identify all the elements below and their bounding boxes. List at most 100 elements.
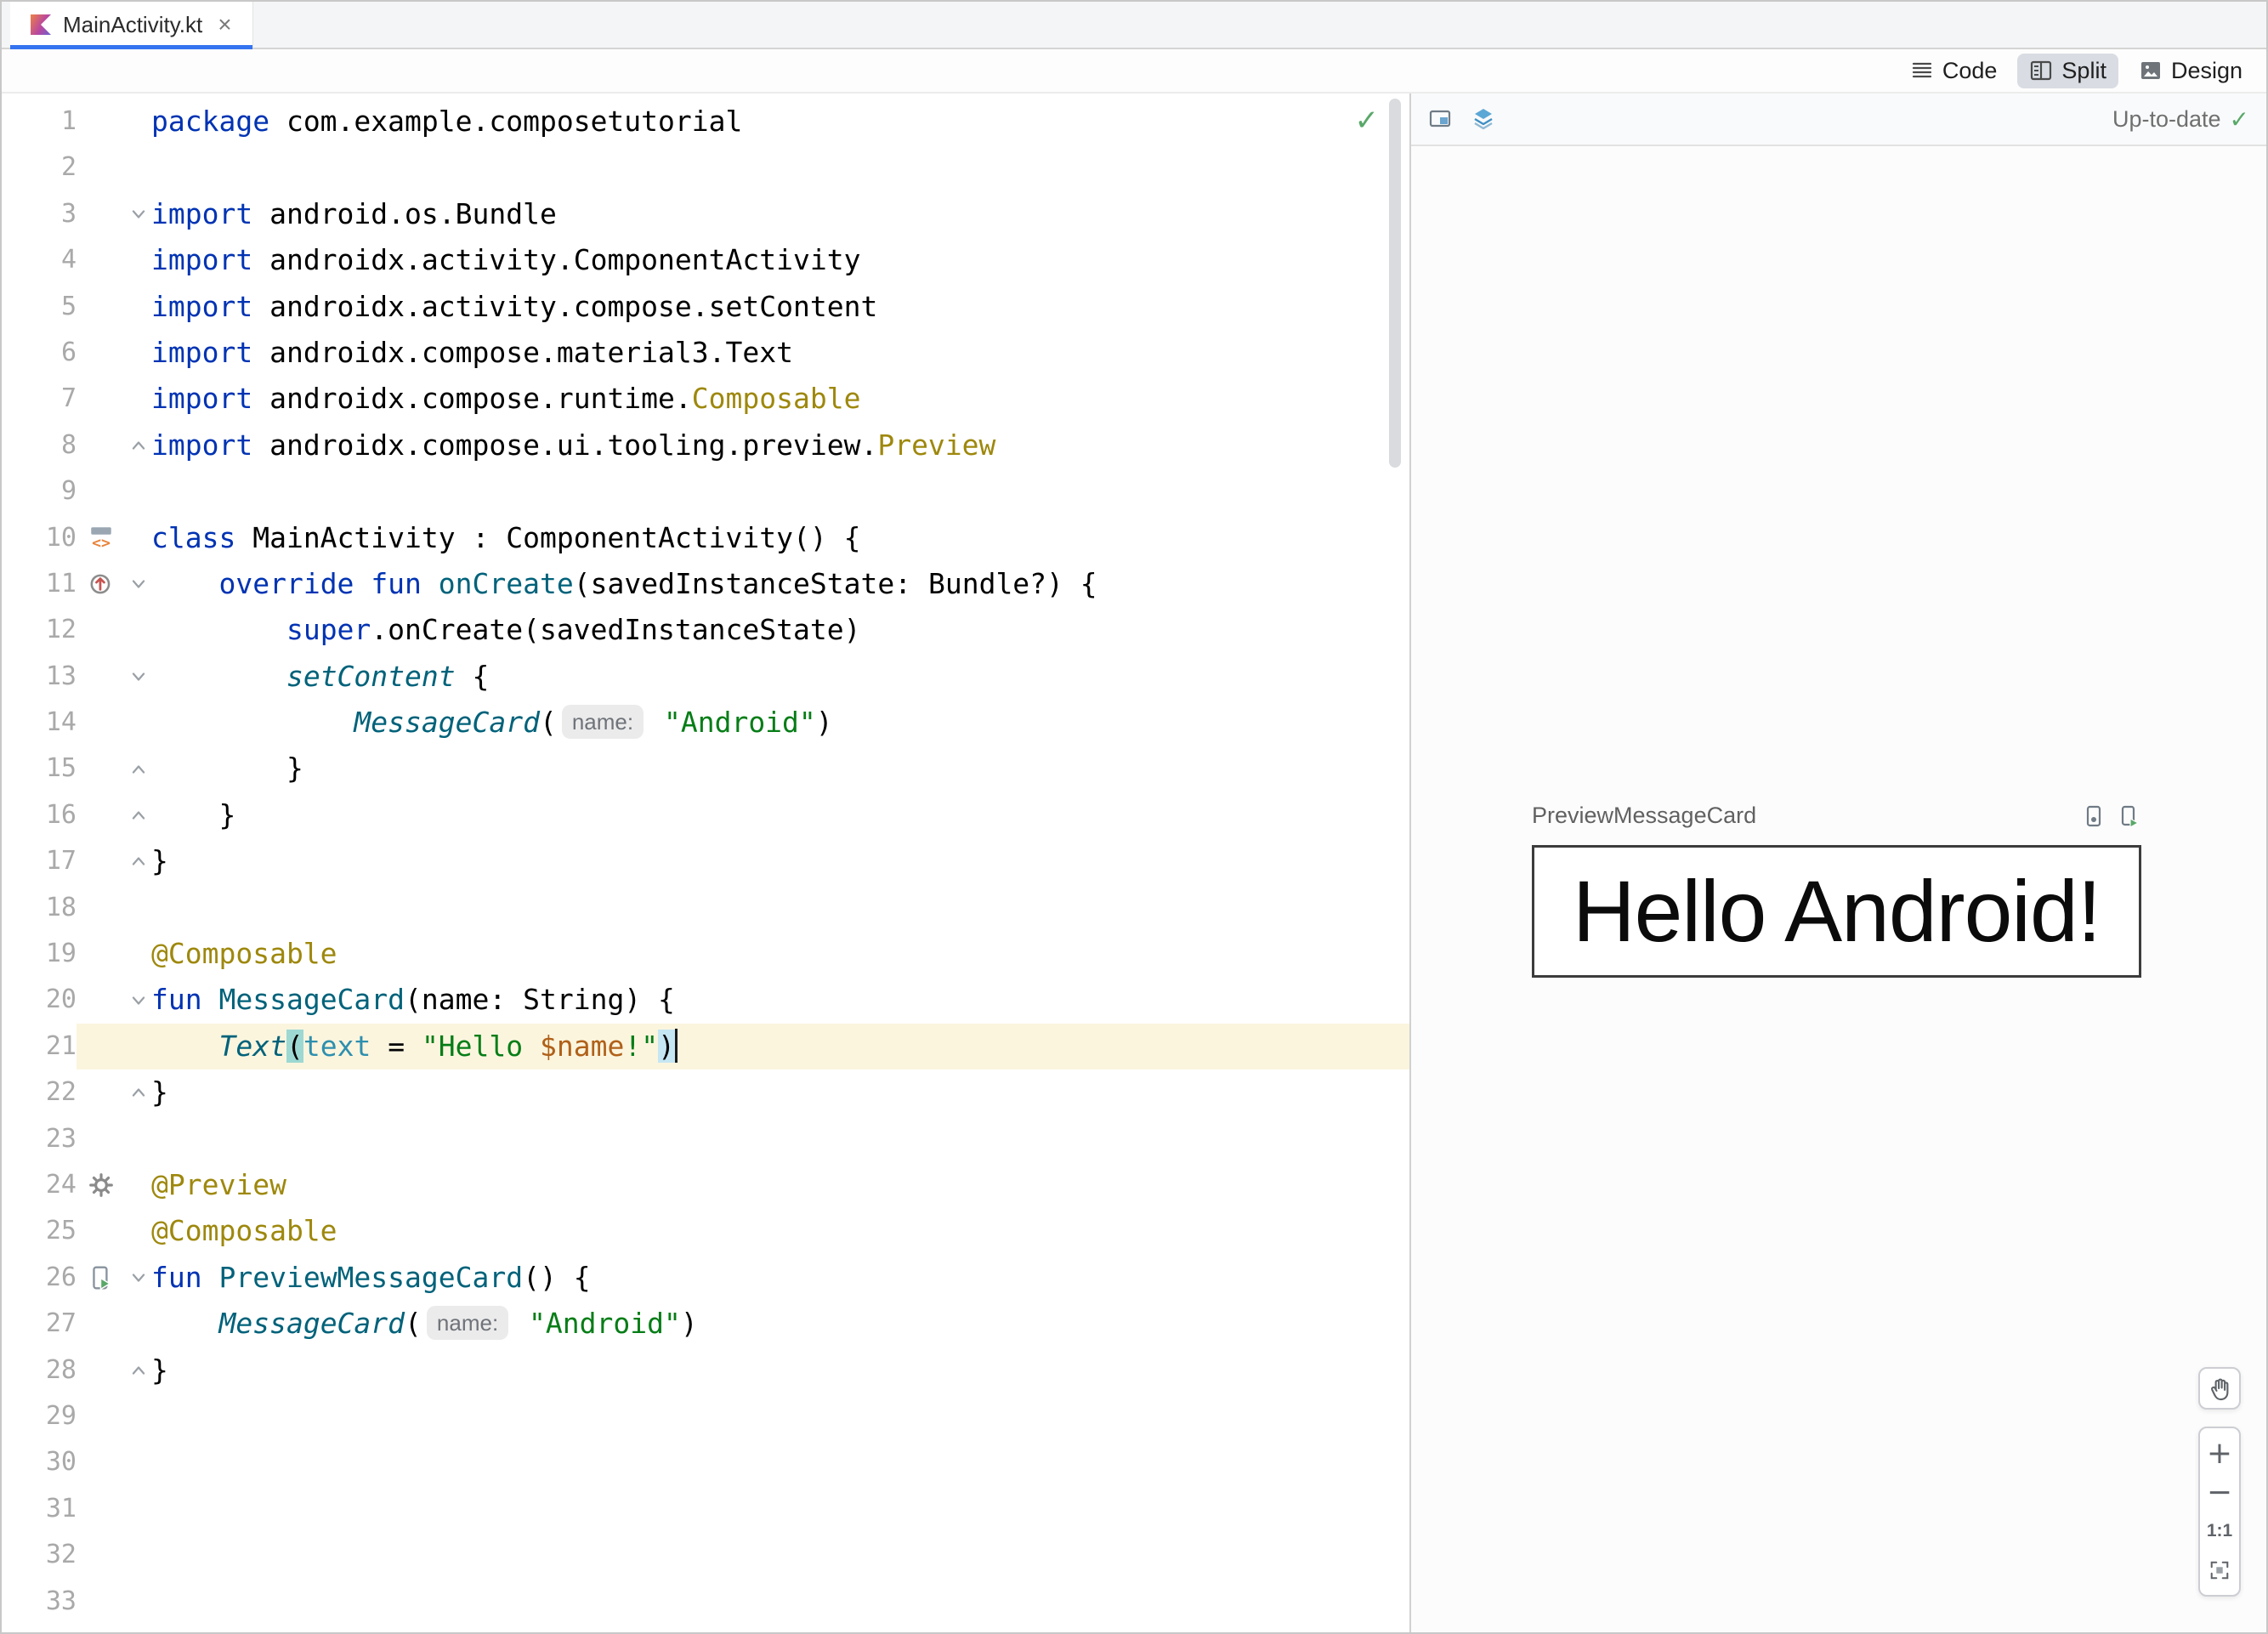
code-line[interactable]: 34: [2, 1625, 1409, 1633]
fold-end-icon[interactable]: [128, 804, 150, 826]
fold-marker-cell[interactable]: [126, 191, 151, 237]
fold-end-icon[interactable]: [128, 1081, 150, 1104]
code-text[interactable]: super.onCreate(savedInstanceState): [151, 607, 1409, 653]
code-line[interactable]: 3 import android.os.Bundle: [2, 191, 1409, 237]
compose-preview-frame[interactable]: Hello Android!: [1532, 845, 2141, 978]
line-number[interactable]: 12: [2, 607, 77, 653]
line-number[interactable]: 1: [2, 99, 77, 145]
code-text[interactable]: [151, 145, 1409, 190]
fold-marker-cell[interactable]: [126, 1347, 151, 1393]
code-text[interactable]: MessageCard(name: "Android"): [151, 700, 1409, 746]
code-line[interactable]: 25 @Composable: [2, 1208, 1409, 1254]
fold-marker-cell[interactable]: [126, 561, 151, 607]
line-number[interactable]: 21: [2, 1024, 77, 1069]
view-mode-design[interactable]: Design: [2127, 54, 2254, 88]
line-number[interactable]: 24: [2, 1162, 77, 1208]
code-line[interactable]: 18: [2, 885, 1409, 931]
code-text[interactable]: [151, 468, 1409, 514]
code-line[interactable]: 15 }: [2, 746, 1409, 791]
code-line[interactable]: 11 override fun onCreate(savedInstanceSt…: [2, 561, 1409, 607]
fold-end-icon[interactable]: [128, 850, 150, 872]
code-text[interactable]: }: [151, 792, 1409, 838]
code-line[interactable]: 31: [2, 1486, 1409, 1532]
preview-display-mode-icon[interactable]: [1428, 106, 1454, 132]
gutter-icon-cell[interactable]: [77, 561, 126, 607]
code-text[interactable]: [151, 1393, 1409, 1439]
code-text[interactable]: import androidx.compose.ui.tooling.previ…: [151, 423, 1409, 468]
code-text[interactable]: [151, 1579, 1409, 1625]
code-line[interactable]: 30: [2, 1439, 1409, 1485]
line-number[interactable]: 2: [2, 145, 77, 190]
fold-marker-cell[interactable]: [126, 1069, 151, 1115]
code-text[interactable]: [151, 1486, 1409, 1532]
code-line[interactable]: 27 MessageCard(name: "Android"): [2, 1301, 1409, 1347]
tab-close-icon[interactable]: ×: [218, 11, 231, 38]
zoom-in-button[interactable]: +: [2200, 1435, 2239, 1471]
line-number[interactable]: 8: [2, 423, 77, 468]
code-text[interactable]: }: [151, 1069, 1409, 1115]
actual-size-button[interactable]: 1:1: [2200, 1513, 2239, 1549]
line-number[interactable]: 16: [2, 792, 77, 838]
pan-tool-button[interactable]: [2198, 1367, 2241, 1410]
line-number[interactable]: 14: [2, 700, 77, 746]
run-preview-icon[interactable]: [88, 1264, 115, 1291]
code-line[interactable]: 32: [2, 1532, 1409, 1578]
editor-scrollbar[interactable]: [1389, 99, 1401, 468]
code-text[interactable]: import androidx.compose.material3.Text: [151, 330, 1409, 376]
line-number[interactable]: 10: [2, 515, 77, 561]
view-mode-split[interactable]: Split: [2017, 53, 2118, 88]
line-number[interactable]: 5: [2, 284, 77, 330]
code-line[interactable]: 7 import androidx.compose.runtime.Composa…: [2, 376, 1409, 422]
line-number[interactable]: 22: [2, 1069, 77, 1115]
code-text[interactable]: }: [151, 746, 1409, 791]
line-number[interactable]: 11: [2, 561, 77, 607]
line-number[interactable]: 6: [2, 330, 77, 376]
code-text[interactable]: }: [151, 838, 1409, 884]
code-line[interactable]: 26 fun PreviewMessageCard() {: [2, 1255, 1409, 1301]
inspection-status-icon[interactable]: ✓: [1355, 104, 1380, 138]
line-number[interactable]: 15: [2, 746, 77, 791]
code-line[interactable]: 4 import androidx.activity.ComponentActiv…: [2, 237, 1409, 283]
code-line[interactable]: 22 }: [2, 1069, 1409, 1115]
code-line[interactable]: 14 MessageCard(name: "Android"): [2, 700, 1409, 746]
line-number[interactable]: 32: [2, 1532, 77, 1578]
code-line[interactable]: 19 @Composable: [2, 931, 1409, 977]
code-text[interactable]: package com.example.composetutorial: [151, 99, 1409, 145]
code-line[interactable]: 6 import androidx.compose.material3.Text: [2, 330, 1409, 376]
code-line[interactable]: 20 fun MessageCard(name: String) {: [2, 977, 1409, 1023]
line-number[interactable]: 28: [2, 1347, 77, 1393]
line-number[interactable]: 30: [2, 1439, 77, 1485]
code-text[interactable]: import androidx.activity.ComponentActivi…: [151, 237, 1409, 283]
fold-collapse-icon[interactable]: [128, 666, 150, 688]
code-line[interactable]: 9: [2, 468, 1409, 514]
preview-layers-icon[interactable]: [1471, 106, 1496, 132]
fold-marker-cell[interactable]: [126, 654, 151, 700]
preview-settings-gear-icon[interactable]: [88, 1172, 115, 1199]
line-number[interactable]: 34: [2, 1625, 77, 1633]
run-on-device-icon[interactable]: [2118, 804, 2141, 828]
code-text[interactable]: import android.os.Bundle: [151, 191, 1409, 237]
gutter-icon-cell[interactable]: [77, 1255, 126, 1301]
code-text[interactable]: import androidx.compose.runtime.Composab…: [151, 376, 1409, 422]
code-line[interactable]: 10 <> class MainActivity : ComponentActi…: [2, 515, 1409, 561]
code-editor[interactable]: 1 package com.example.composetutorial 2 3 i…: [2, 94, 1409, 1632]
line-number[interactable]: 23: [2, 1116, 77, 1162]
code-text[interactable]: [151, 1532, 1409, 1578]
line-number[interactable]: 25: [2, 1208, 77, 1254]
line-number[interactable]: 33: [2, 1579, 77, 1625]
line-number[interactable]: 29: [2, 1393, 77, 1439]
code-line[interactable]: 33: [2, 1579, 1409, 1625]
code-text[interactable]: MessageCard(name: "Android"): [151, 1301, 1409, 1347]
interactive-mode-icon[interactable]: [2082, 804, 2106, 828]
line-number[interactable]: 20: [2, 977, 77, 1023]
code-text[interactable]: import androidx.activity.compose.setCont…: [151, 284, 1409, 330]
zoom-out-button[interactable]: −: [2200, 1474, 2239, 1510]
view-mode-code[interactable]: Code: [1898, 54, 2010, 88]
fold-collapse-icon[interactable]: [128, 1267, 150, 1289]
fit-to-screen-button[interactable]: [2200, 1552, 2239, 1588]
fold-marker-cell[interactable]: [126, 423, 151, 468]
line-number[interactable]: 26: [2, 1255, 77, 1301]
line-number[interactable]: 27: [2, 1301, 77, 1347]
code-text[interactable]: fun MessageCard(name: String) {: [151, 977, 1409, 1023]
fold-marker-cell[interactable]: [126, 977, 151, 1023]
